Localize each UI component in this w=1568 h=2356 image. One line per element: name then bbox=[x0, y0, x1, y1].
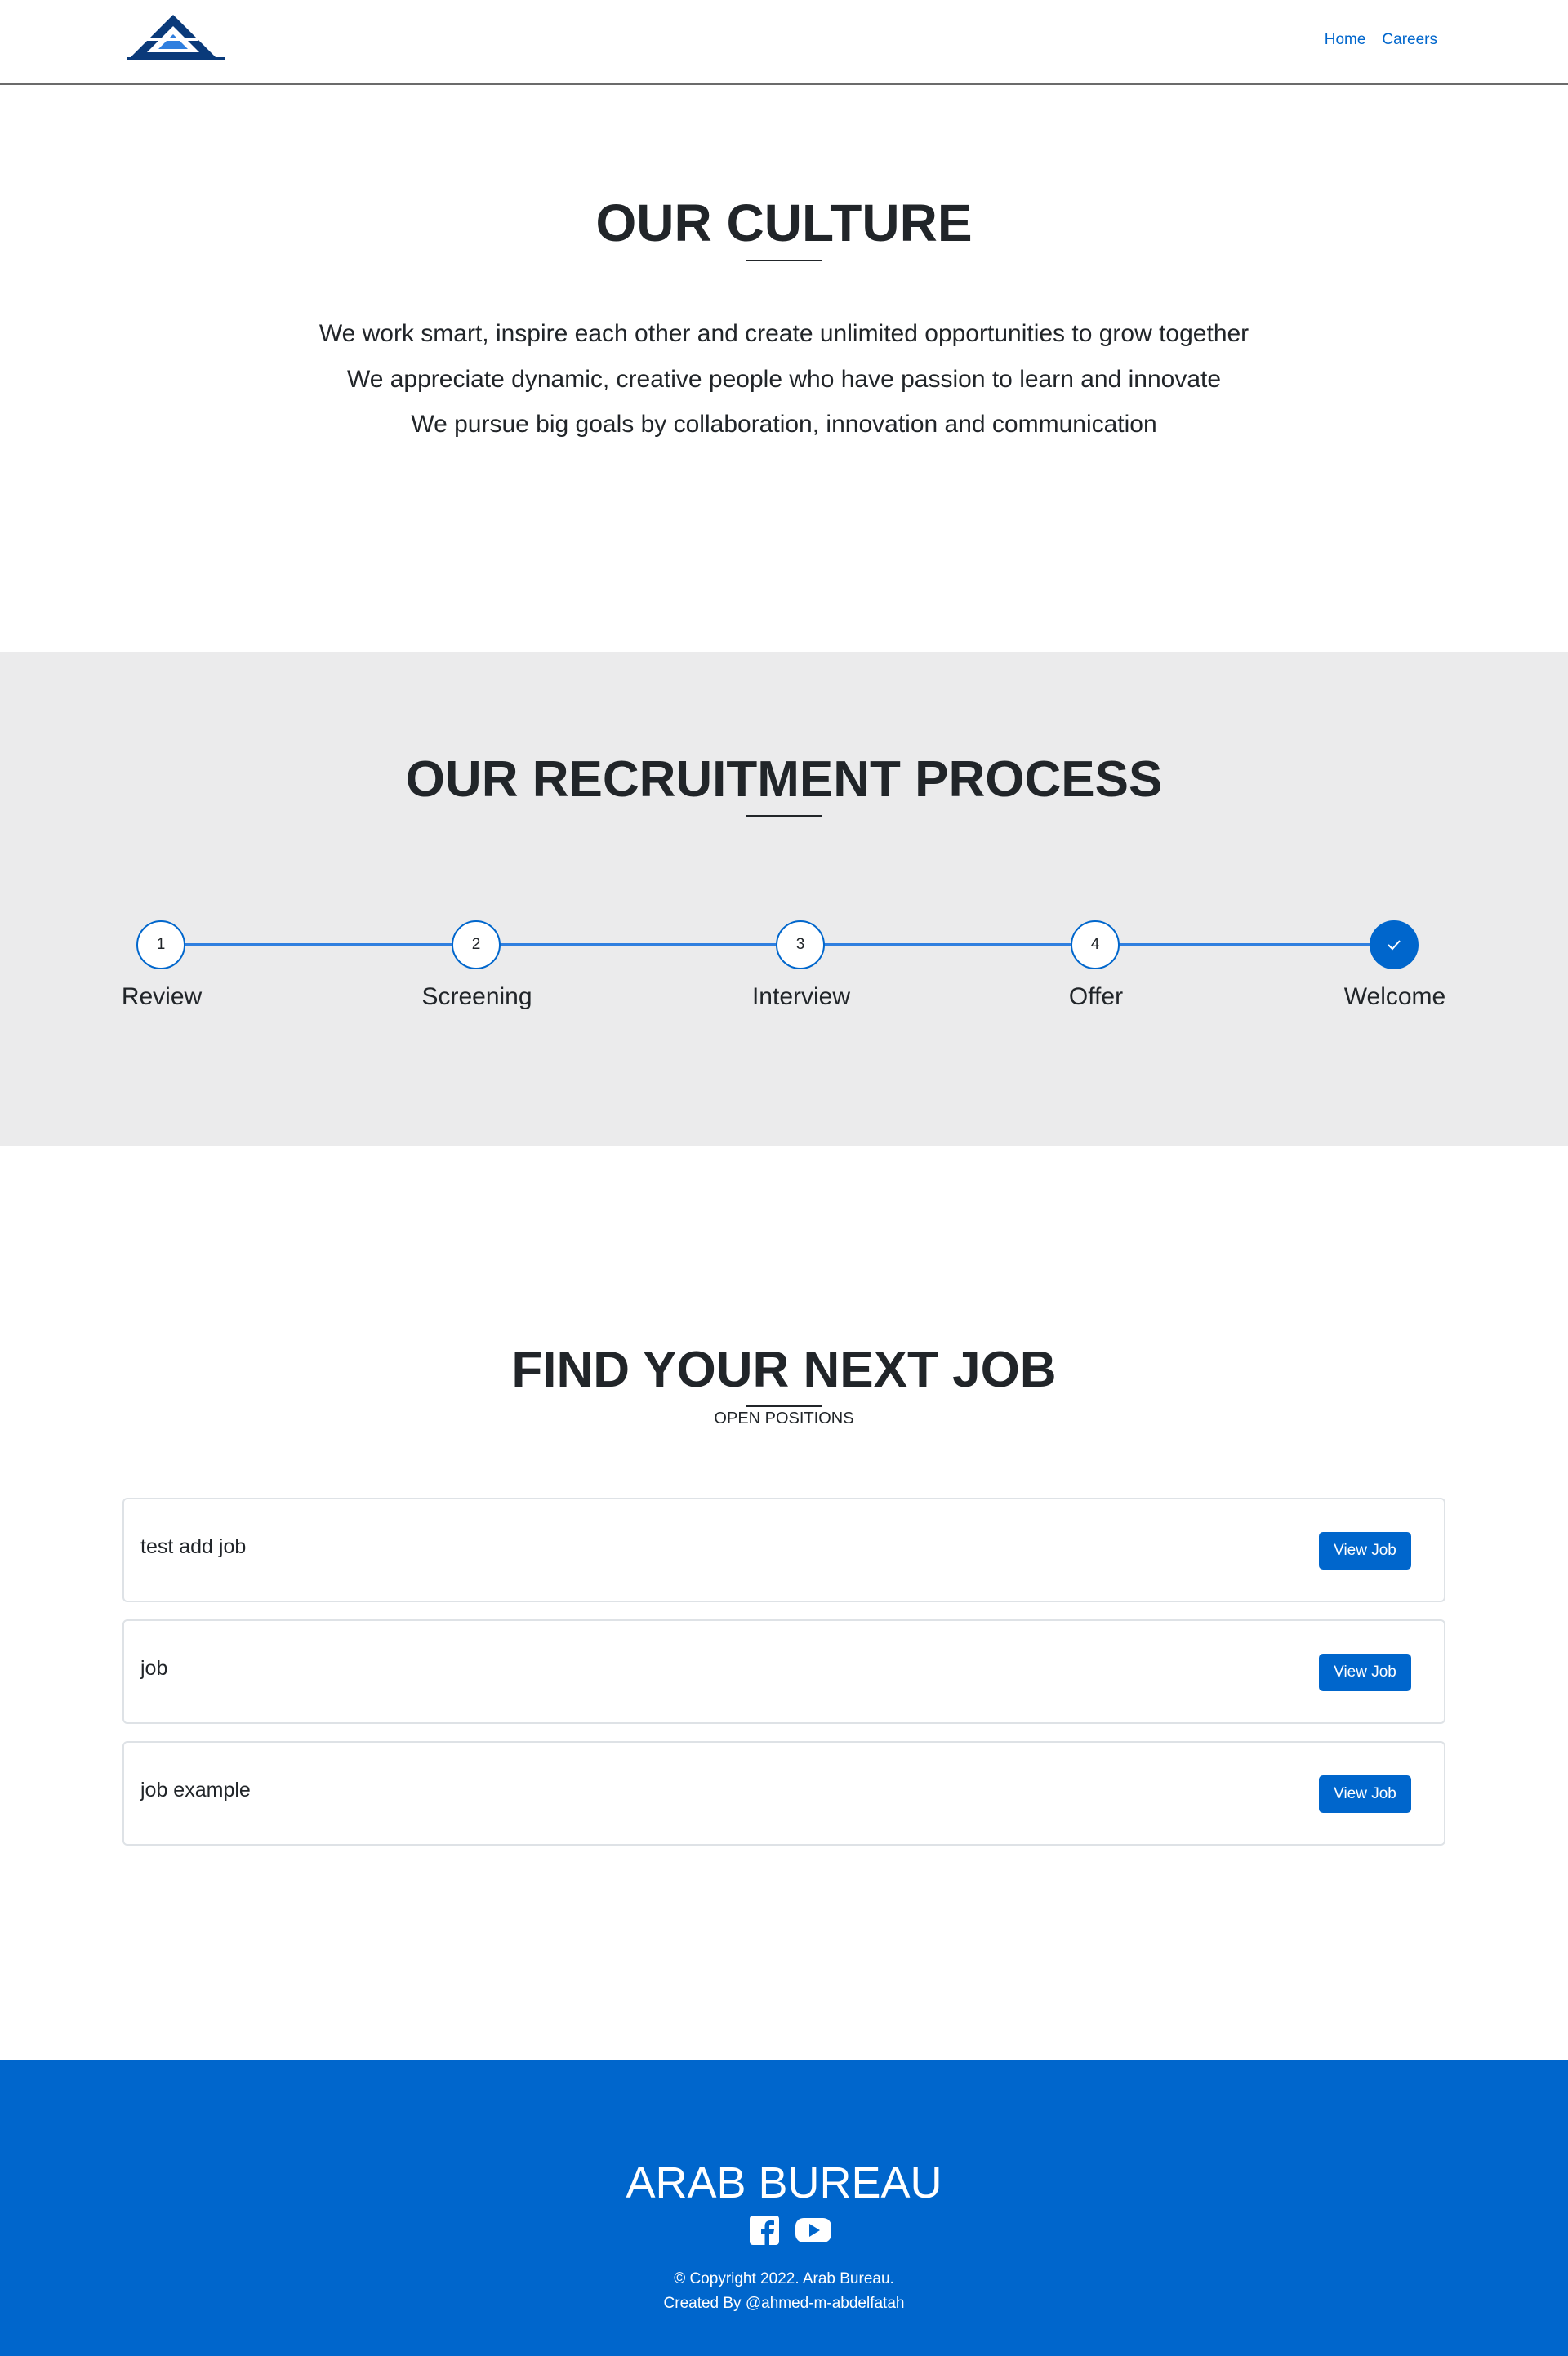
job-card: job example View Job bbox=[122, 1741, 1446, 1846]
process-title: OUR RECRUITMENT PROCESS bbox=[405, 751, 1163, 808]
check-icon bbox=[1388, 940, 1401, 951]
culture-line-2: We appreciate dynamic, creative people w… bbox=[346, 366, 1222, 393]
footer-credit: Created By @ahmed-m-abdelfatah bbox=[0, 2295, 1568, 2313]
footer-copyright: © Copyright 2022. Arab Bureau. bbox=[674, 2270, 894, 2287]
step-3-circle: 3 bbox=[776, 920, 825, 969]
step-4-circle: 4 bbox=[1071, 920, 1120, 969]
jobs-subtitle: OPEN POSITIONS bbox=[714, 1410, 854, 1427]
process-title-underline bbox=[746, 815, 822, 817]
step-1-number: 1 bbox=[156, 936, 166, 953]
culture-line-3: We pursue big goals by collaboration, in… bbox=[411, 411, 1157, 438]
jobs-title-underline bbox=[746, 1405, 822, 1407]
job-title: job bbox=[140, 1657, 168, 1680]
job-title: test add job bbox=[140, 1535, 247, 1558]
step-5-circle bbox=[1370, 920, 1419, 969]
culture-title-underline bbox=[746, 260, 822, 261]
step-2-circle: 2 bbox=[452, 920, 501, 969]
main-nav: Home Careers bbox=[1325, 31, 1437, 49]
step-5-label: Welcome bbox=[1343, 983, 1446, 1010]
jobs-title: FIND YOUR NEXT JOB bbox=[511, 1342, 1057, 1398]
youtube-icon[interactable] bbox=[795, 2216, 831, 2249]
site-logo[interactable] bbox=[122, 13, 227, 65]
facebook-icon[interactable] bbox=[750, 2216, 779, 2249]
social-links bbox=[750, 2216, 831, 2249]
navbar: Home Careers bbox=[0, 0, 1568, 85]
step-3-number: 3 bbox=[795, 936, 805, 953]
view-job-button[interactable]: View Job bbox=[1319, 1654, 1411, 1691]
view-job-button[interactable]: View Job bbox=[1319, 1775, 1411, 1813]
culture-title: OUR CULTURE bbox=[595, 194, 973, 252]
step-2-label: Screening bbox=[421, 983, 532, 1010]
footer-brand: ARAB BUREAU bbox=[626, 2158, 942, 2207]
step-1-label: Review bbox=[121, 983, 203, 1010]
step-4-label: Offer bbox=[1068, 983, 1124, 1010]
author-link[interactable]: @ahmed-m-abdelfatah bbox=[746, 2295, 905, 2312]
footer: ARAB BUREAU © Copyright 2022. Arab Burea… bbox=[0, 2060, 1568, 2356]
recruitment-process-section: OUR RECRUITMENT PROCESS 1 Review 2 Scree… bbox=[0, 652, 1568, 1146]
step-1-circle: 1 bbox=[136, 920, 185, 969]
step-4-number: 4 bbox=[1090, 936, 1100, 953]
job-title: job example bbox=[140, 1779, 251, 1802]
culture-line-1: We work smart, inspire each other and cr… bbox=[318, 320, 1250, 347]
job-card: job View Job bbox=[122, 1619, 1446, 1724]
nav-careers-link[interactable]: Careers bbox=[1382, 31, 1437, 49]
job-card: test add job View Job bbox=[122, 1498, 1446, 1602]
view-job-button[interactable]: View Job bbox=[1319, 1532, 1411, 1570]
nav-home-link[interactable]: Home bbox=[1325, 31, 1366, 49]
step-2-number: 2 bbox=[471, 936, 481, 953]
footer-credit-prefix: Created By bbox=[663, 2295, 746, 2312]
step-3-label: Interview bbox=[751, 983, 851, 1010]
